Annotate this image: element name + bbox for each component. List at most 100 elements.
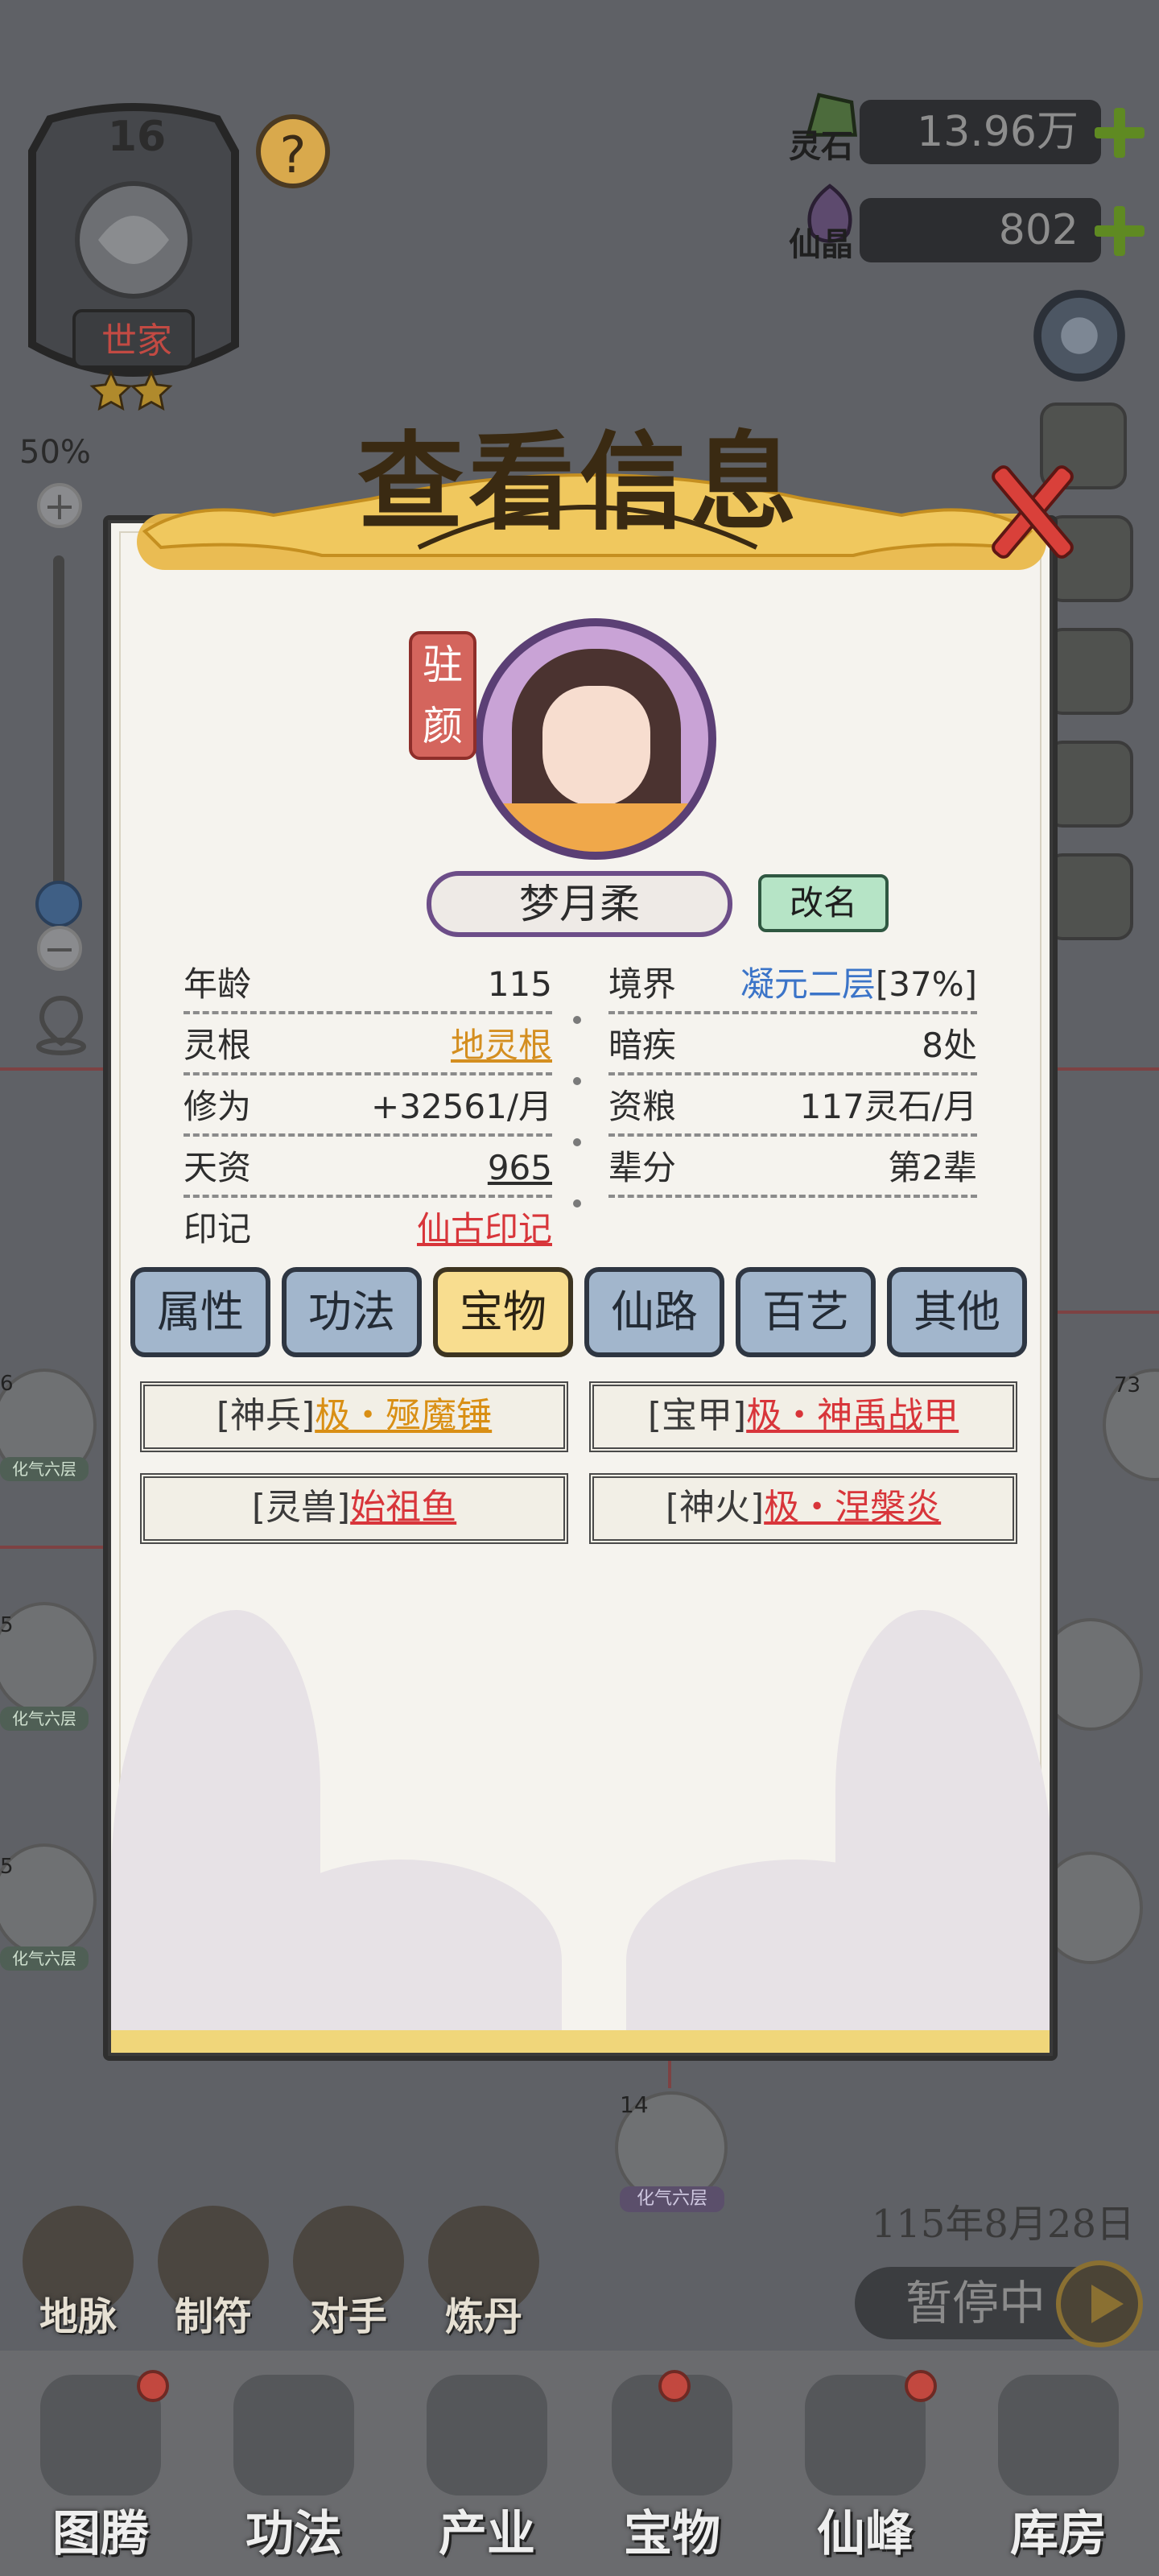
bg-avatar-level: 5 bbox=[0, 1855, 14, 1879]
modal-bottom-strip bbox=[111, 2030, 1050, 2053]
bg-avatar-tag: 化气六层 bbox=[0, 1707, 89, 1731]
info-row-cultivation: 修为 +32561/月 bbox=[184, 1077, 552, 1137]
side-bag-icon[interactable] bbox=[1046, 628, 1133, 715]
bg-avatar-level: 14 bbox=[620, 2091, 649, 2118]
location-pin-icon[interactable] bbox=[29, 992, 93, 1056]
treasure-slot-fire[interactable]: [神火]极・涅槃炎 bbox=[589, 1473, 1017, 1544]
beauty-seal-badge: 驻颜 bbox=[409, 631, 476, 760]
info-row-mark[interactable]: 印记 仙古印记 bbox=[184, 1199, 552, 1259]
tab-techniques[interactable]: 功法 bbox=[282, 1267, 422, 1357]
clan-rank-label: 世家 bbox=[101, 320, 172, 361]
info-value: 115 bbox=[487, 964, 552, 1004]
tool-earth-vein[interactable]: 地脉 bbox=[18, 2206, 138, 2343]
mountain-icon bbox=[427, 2375, 547, 2496]
nav-label: 产业 bbox=[439, 2506, 535, 2562]
column-dot bbox=[573, 1016, 581, 1024]
info-row-realm: 境界 凝元二层[37%] bbox=[608, 955, 977, 1014]
bg-avatar-tag: 化气六层 bbox=[0, 1457, 89, 1481]
treasure-slot-weapon[interactable]: [神兵]极・殛魔锤 bbox=[140, 1381, 568, 1452]
tab-attributes[interactable]: 属性 bbox=[130, 1267, 270, 1357]
nav-label: 宝物 bbox=[624, 2506, 720, 2562]
bg-avatar-level: 6 bbox=[0, 1372, 14, 1396]
zoom-out-button[interactable]: − bbox=[37, 926, 82, 971]
row-divider bbox=[184, 1195, 552, 1198]
play-icon[interactable] bbox=[1056, 2260, 1143, 2347]
flame-icon bbox=[233, 2375, 354, 2496]
info-label: 修为 bbox=[184, 1087, 252, 1126]
info-label: 境界 bbox=[608, 964, 677, 1004]
tool-alchemy[interactable]: 炼丹 bbox=[423, 2206, 544, 2343]
info-row-generation: 辈分 第2辈 bbox=[608, 1138, 977, 1198]
info-row-root[interactable]: 灵根 地灵根 bbox=[184, 1016, 552, 1075]
zoom-slider-track[interactable] bbox=[53, 555, 64, 902]
zoom-percent: 50% bbox=[19, 434, 91, 471]
game-date: 115年8月28日 bbox=[871, 2202, 1135, 2247]
column-dot bbox=[573, 1077, 581, 1085]
slot-item[interactable]: 极・殛魔锤 bbox=[315, 1395, 492, 1436]
treasure-slot-armor[interactable]: [宝甲]极・神禹战甲 bbox=[589, 1381, 1017, 1452]
info-label: 灵根 bbox=[184, 1026, 252, 1065]
mark-link[interactable]: 仙古印记 bbox=[417, 1199, 552, 1259]
bg-avatar-tag: 化气六层 bbox=[0, 1946, 89, 1971]
zoom-in-button[interactable]: + bbox=[37, 483, 82, 528]
tab-arts[interactable]: 百艺 bbox=[736, 1267, 876, 1357]
nav-storage[interactable]: 库房 bbox=[966, 2351, 1151, 2576]
info-value: 第2辈 bbox=[888, 1148, 977, 1187]
info-value: +32561/月 bbox=[371, 1087, 552, 1126]
mountain-decoration bbox=[626, 1860, 964, 2053]
portrait-face bbox=[542, 686, 650, 807]
slot-type: [宝甲] bbox=[647, 1395, 747, 1436]
tool-rival[interactable]: 对手 bbox=[288, 2206, 409, 2343]
info-label: 暗疾 bbox=[608, 1026, 677, 1065]
nav-techniques[interactable]: 功法 bbox=[201, 2351, 386, 2576]
slot-item[interactable]: 极・涅槃炎 bbox=[764, 1487, 941, 1528]
row-divider bbox=[184, 1072, 552, 1075]
info-label: 辈分 bbox=[608, 1148, 677, 1187]
row-divider bbox=[184, 1011, 552, 1014]
info-row-hidden-illness: 暗疾 8处 bbox=[608, 1016, 977, 1075]
side-book-icon[interactable] bbox=[1046, 741, 1133, 828]
realm-name: 凝元二层 bbox=[740, 964, 876, 1004]
talent-link[interactable]: 965 bbox=[488, 1138, 552, 1198]
mountain-decoration bbox=[240, 1860, 562, 2053]
settings-icon[interactable] bbox=[1027, 283, 1132, 388]
realm-value: 凝元二层[37%] bbox=[740, 955, 977, 1014]
row-divider bbox=[608, 1011, 977, 1014]
slot-item[interactable]: 始祖鱼 bbox=[350, 1487, 456, 1528]
tool-label: 制符 bbox=[174, 2294, 252, 2339]
zoom-slider-knob[interactable] bbox=[35, 881, 82, 927]
add-crystal-icon[interactable] bbox=[1091, 203, 1148, 259]
crystal-label: 仙晶 bbox=[789, 226, 853, 263]
slot-item[interactable]: 极・神禹战甲 bbox=[746, 1395, 959, 1436]
close-icon[interactable] bbox=[979, 456, 1083, 560]
help-button[interactable]: ? bbox=[256, 114, 330, 188]
side-chest-icon[interactable] bbox=[1046, 853, 1133, 940]
row-divider bbox=[608, 1195, 977, 1198]
slot-type: [神兵] bbox=[216, 1395, 316, 1436]
column-dot bbox=[573, 1138, 581, 1146]
spirit-root-link[interactable]: 地灵根 bbox=[451, 1016, 552, 1075]
clan-level: 16 bbox=[107, 113, 167, 161]
realm-progress: [37%] bbox=[875, 964, 977, 1004]
spirit-stone-value: 13.96万 bbox=[917, 108, 1079, 156]
info-label: 印记 bbox=[184, 1209, 252, 1249]
treasure-slot-beast[interactable]: [灵兽]始祖鱼 bbox=[140, 1473, 568, 1544]
tab-treasures[interactable]: 宝物 bbox=[433, 1267, 573, 1357]
add-spirit-stone-icon[interactable] bbox=[1091, 105, 1148, 161]
tab-immortal-path[interactable]: 仙路 bbox=[584, 1267, 724, 1357]
tool-label: 炼丹 bbox=[444, 2294, 522, 2339]
spirit-stone-label: 灵石 bbox=[789, 128, 853, 165]
notification-dot bbox=[905, 2370, 937, 2402]
modal-title: 查看信息 bbox=[357, 421, 802, 545]
info-row-talent[interactable]: 天资 965 bbox=[184, 1138, 552, 1198]
info-value: 117灵石/月 bbox=[799, 1087, 977, 1126]
tool-talisman[interactable]: 制符 bbox=[153, 2206, 274, 2343]
bg-avatar-tag: 化气六层 bbox=[620, 2186, 724, 2212]
rename-button[interactable]: 改名 bbox=[758, 874, 889, 932]
tab-other[interactable]: 其他 bbox=[887, 1267, 1027, 1357]
bg-connector-line bbox=[668, 2056, 671, 2088]
nav-industry[interactable]: 产业 bbox=[394, 2351, 580, 2576]
nav-label: 功法 bbox=[245, 2506, 342, 2562]
info-row-stipend: 资粮 117灵石/月 bbox=[608, 1077, 977, 1137]
slot-type: [神火] bbox=[665, 1487, 765, 1528]
